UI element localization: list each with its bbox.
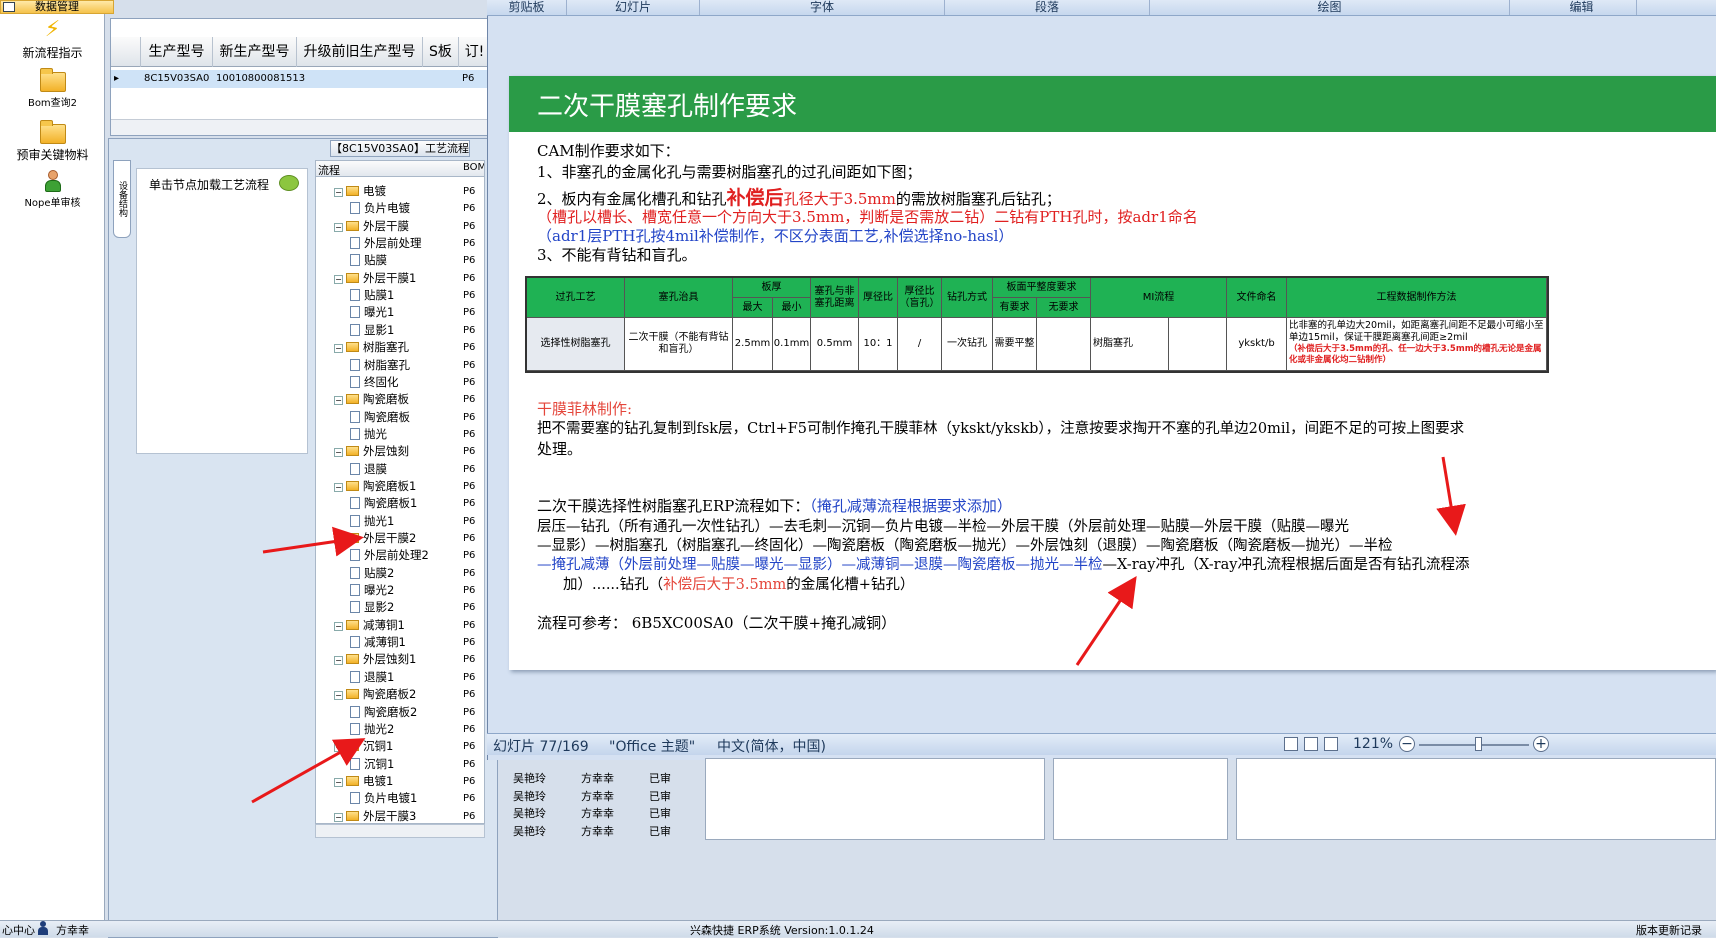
red-arrow (251, 738, 366, 804)
red-arrow (1075, 576, 1137, 666)
red-arrow (262, 526, 364, 557)
red-arrow (1436, 456, 1466, 536)
annotation-arrows (251, 456, 1466, 804)
